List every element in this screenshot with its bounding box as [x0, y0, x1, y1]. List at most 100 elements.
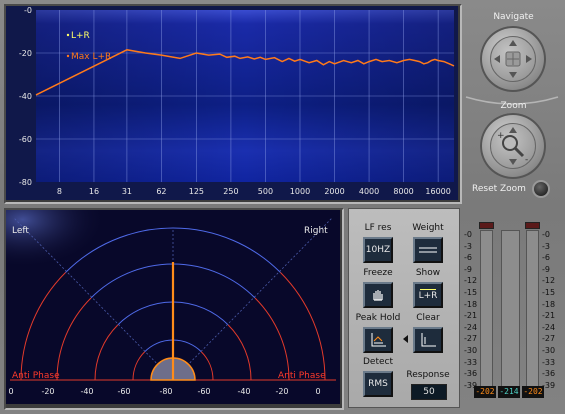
scope-left-label: Left	[12, 226, 29, 236]
scope-tick-label: -40	[237, 387, 250, 396]
x-tick-label: 250	[223, 187, 238, 196]
reset-zoom-button[interactable]	[532, 180, 550, 198]
zoom-title: Zoom	[500, 101, 527, 111]
scope-tick-label: -80	[159, 387, 172, 396]
magnifier-icon: + -	[497, 127, 528, 165]
y-tick-label: -80	[19, 178, 32, 187]
spectrum-analyzer[interactable]: -0 -20 -40 -60 -80 8 16 31 62 125 250 500 1000 2000 4…	[6, 6, 458, 200]
level-meters: -0 -3 -6 -9 -12 -15 -18 -21 -24 -27 -30 -33 -36 -39 -…	[462, 208, 565, 414]
x-tick-label: 16	[89, 187, 99, 196]
scope-tick-label: -20	[275, 387, 288, 396]
center-readout: -214	[498, 386, 520, 398]
navigate-joystick[interactable]	[480, 26, 546, 92]
svg-text:-: -	[525, 155, 528, 165]
right-peak-readout: -202	[522, 386, 544, 398]
x-tick-label: 4000	[359, 187, 379, 196]
show-button-value: L+R	[418, 291, 438, 301]
show-indicator-line	[420, 289, 436, 290]
meter-scale-label: -24	[542, 322, 556, 332]
anti-phase-left-label: Anti Phase	[12, 371, 60, 381]
meter-scale-label: -21	[464, 311, 478, 321]
navigate-arrows-icon	[494, 40, 532, 78]
show-button[interactable]: L+R	[413, 282, 443, 308]
meter-scale-label: -30	[542, 346, 556, 355]
meter-scale-label: -15	[464, 288, 478, 297]
meter-scale-label: -21	[542, 311, 556, 321]
meter-scale-label: -18	[464, 299, 478, 309]
y-tick-label: -60	[19, 135, 32, 144]
detect-label: Detect	[362, 357, 393, 367]
center-level-meter	[501, 230, 520, 392]
meter-scale-label: -3	[542, 241, 550, 251]
scope-tick-label: 0	[8, 387, 13, 396]
meter-scale-label: -12	[464, 276, 478, 286]
meter-scale-label: -27	[542, 334, 556, 344]
control-panel: LF res 10HZ Weight Freeze Show L+R Peak …	[348, 208, 460, 408]
meter-scale-label: -30	[464, 346, 478, 355]
reset-zoom-label: Reset Zoom	[472, 184, 526, 194]
meter-scale-label: -24	[464, 322, 478, 332]
scope-tick-label: -60	[197, 387, 210, 396]
meter-scale-label: -36	[542, 369, 556, 379]
weight-label: Weight	[412, 223, 444, 233]
y-tick-label: -20	[19, 49, 32, 58]
meter-scale-label: -15	[542, 288, 556, 297]
peak-hold-icon	[371, 333, 386, 347]
x-tick-label: 500	[258, 187, 273, 196]
weight-button[interactable]	[413, 237, 443, 263]
weight-flat-icon	[419, 247, 437, 253]
navigate-title: Navigate	[493, 12, 534, 22]
left-peak-readout: -202	[474, 386, 496, 398]
clear-label: Clear	[416, 313, 440, 323]
x-tick-label: 125	[189, 187, 204, 196]
clear-icon	[421, 333, 436, 347]
meter-scale-label: -27	[464, 334, 478, 344]
left-peak-indicator	[479, 222, 494, 229]
peak-hold-label: Peak Hold	[355, 313, 401, 323]
meter-scale-label: -0	[464, 230, 472, 239]
zoom-knob[interactable]: + -	[480, 113, 546, 179]
audio-analyzer-plugin: -0 -20 -40 -60 -80 8 16 31 62 125 250 500 1000 2000 4…	[0, 0, 565, 414]
stereo-phase-scope: Left Right Anti Phase Anti Phase 0 -20 -40…	[6, 210, 340, 404]
freeze-label: Freeze	[363, 268, 393, 278]
meter-scale-label: -33	[542, 357, 556, 367]
x-tick-label: 8000	[393, 187, 413, 196]
x-tick-label: 16000	[425, 187, 450, 196]
legend-dot-max	[66, 54, 70, 58]
meter-scale-label: -33	[464, 357, 478, 367]
meter-scale-label: -3	[464, 241, 472, 251]
scope-tick-label: -40	[80, 387, 93, 396]
x-tick-label: 62	[156, 187, 166, 196]
meter-scale-label: -6	[464, 253, 472, 263]
left-level-meter	[480, 230, 493, 392]
clear-button[interactable]	[413, 327, 443, 353]
x-tick-label: 2000	[324, 187, 344, 196]
peak-hold-button[interactable]	[363, 327, 393, 353]
scope-tick-label: -60	[117, 387, 130, 396]
show-label: Show	[415, 268, 441, 278]
x-tick-label: 8	[57, 187, 62, 196]
meter-scale-label: -9	[464, 264, 472, 274]
response-label: Response	[406, 370, 450, 380]
lf-res-button[interactable]: 10HZ	[363, 237, 393, 263]
meter-scale-label: -9	[542, 264, 550, 274]
y-tick-label: -40	[19, 92, 32, 101]
scope-tick-label: -20	[41, 387, 54, 396]
anti-phase-right-label: Anti Phase	[278, 371, 326, 381]
right-level-meter	[526, 230, 539, 392]
meter-scale-label: -12	[542, 276, 556, 286]
y-tick-label: -0	[24, 6, 32, 15]
peak-hold-arrow-icon	[403, 335, 408, 343]
meter-scale-label: -6	[542, 253, 550, 263]
legend-dot-lr	[66, 33, 70, 37]
meter-scale-label: -36	[464, 369, 478, 379]
freeze-button[interactable]	[363, 282, 393, 308]
hand-icon	[373, 290, 383, 301]
x-tick-label: 31	[122, 187, 132, 196]
response-field[interactable]: 50	[411, 384, 447, 400]
detect-button[interactable]: RMS	[363, 371, 393, 397]
right-peak-indicator	[525, 222, 540, 229]
scope-right-label: Right	[304, 226, 328, 236]
meter-scale-label: -18	[542, 299, 556, 309]
scope-tick-label: 0	[315, 387, 320, 396]
